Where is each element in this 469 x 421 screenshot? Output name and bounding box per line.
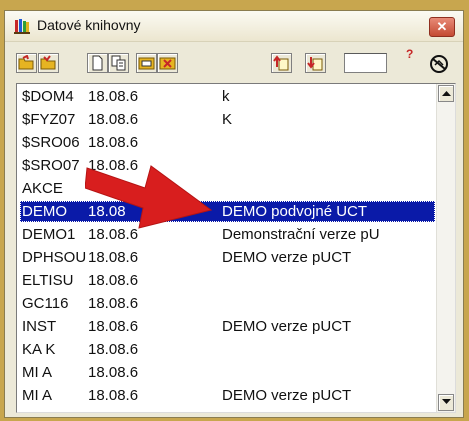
delete-folder-icon [159, 57, 176, 70]
library-version: 18.08.6 [88, 387, 139, 404]
list-item[interactable]: DPHSOU 18.08.6 DEMO verze pUCT [20, 247, 435, 268]
folder-add-button[interactable] [38, 53, 59, 73]
move-down-icon [307, 57, 323, 71]
new-document-icon [92, 55, 103, 71]
library-code: GC116 [22, 295, 69, 312]
library-code: ELTISU [22, 272, 74, 289]
list-item[interactable]: AKCE [20, 178, 435, 199]
library-version: 18.08.6 [88, 318, 139, 335]
list-item[interactable]: MI A 18.08.6 DEMO verze pUCT [20, 385, 435, 406]
data-libraries-window: Datové knihovny ✕ ? $DOM4 18.08.6 k $FYZ… [4, 10, 464, 418]
library-code: KA K [22, 341, 56, 358]
red-annotation-arrow [85, 165, 213, 229]
toolbar: ? [5, 42, 463, 82]
window-title: Datové knihovny [37, 17, 141, 33]
library-description: DEMO verze pUCT [222, 387, 352, 404]
close-button[interactable]: ✕ [429, 17, 455, 37]
edit-folder-button[interactable] [136, 53, 157, 73]
library-version: 18.08.6 [88, 111, 139, 128]
library-description: K [222, 111, 233, 128]
list-item[interactable]: KA K 18.08.6 [20, 339, 435, 360]
library-code: DEMO [22, 203, 67, 220]
filter-input[interactable] [344, 53, 387, 73]
library-version: 18.08.6 [88, 341, 139, 358]
copy-document-icon [111, 55, 126, 71]
folder-open-button[interactable] [16, 53, 37, 73]
scroll-up-button[interactable] [438, 85, 454, 102]
library-code: $SRO06 [22, 134, 80, 151]
library-description: DEMO verze pUCT [222, 318, 352, 335]
list-item[interactable]: DEMO 18.08 DEMO podvojné UCT [20, 201, 435, 222]
library-list[interactable]: $DOM4 18.08.6 k $FYZ07 18.08.6 K $SRO06 18.08.6… [16, 83, 456, 413]
library-description: DEMO verze pUCT [222, 249, 352, 266]
scroll-down-button[interactable] [438, 394, 454, 411]
folder-add-icon [40, 55, 56, 70]
library-code: $SRO07 [22, 157, 80, 174]
library-version: 18.08.6 [88, 88, 139, 105]
library-code: $DOM4 [22, 88, 74, 105]
arrow-up-icon [442, 91, 451, 96]
list-item[interactable]: INST 18.08.6 DEMO verze pUCT [20, 316, 435, 337]
library-version: 18.08.6 [88, 295, 139, 312]
library-version: 18.08.6 [88, 364, 139, 381]
delete-folder-button[interactable] [157, 53, 178, 73]
libraries-app-icon [14, 19, 30, 34]
list-item[interactable]: $FYZ07 18.08.6 K [20, 109, 435, 130]
library-description: k [222, 88, 230, 105]
library-code: DEMO1 [22, 226, 76, 243]
help-icon[interactable]: ? [403, 46, 417, 62]
library-code: DPHSOU [22, 249, 87, 266]
vertical-scrollbar[interactable] [436, 84, 455, 412]
library-description: DEMO podvojné UCT [222, 203, 368, 220]
svg-text:?: ? [406, 47, 413, 61]
new-document-button[interactable] [87, 53, 108, 73]
move-up-button[interactable] [271, 53, 292, 73]
arrow-down-icon [442, 399, 451, 404]
library-description: Demonstrační verze pU [222, 226, 380, 243]
settings-disabled-button[interactable] [427, 53, 451, 75]
move-up-icon [273, 55, 289, 71]
copy-document-button[interactable] [108, 53, 129, 73]
settings-disabled-icon [430, 55, 448, 73]
library-version: 18.08.6 [88, 249, 139, 266]
library-code: MI A [22, 387, 53, 404]
list-item[interactable]: $SRO06 18.08.6 [20, 132, 435, 153]
list-item[interactable]: $SRO07 18.08.6 [20, 155, 435, 176]
library-version: 18.08.6 [88, 272, 139, 289]
library-code: AKCE [22, 180, 63, 197]
move-down-button[interactable] [305, 53, 326, 73]
list-item[interactable]: GC116 18.08.6 [20, 293, 435, 314]
folder-open-icon [18, 55, 34, 70]
library-code: $FYZ07 [22, 111, 76, 128]
library-code: INST [22, 318, 57, 335]
list-item[interactable]: $DOM4 18.08.6 k [20, 86, 435, 107]
library-code: MI A [22, 364, 53, 381]
edit-folder-icon [138, 57, 155, 70]
list-item[interactable]: ELTISU 18.08.6 [20, 270, 435, 291]
title-bar[interactable]: Datové knihovny ✕ [5, 11, 463, 42]
list-item[interactable]: DEMO1 18.08.6 Demonstrační verze pU [20, 224, 435, 245]
list-item[interactable]: MI A 18.08.6 [20, 362, 435, 383]
